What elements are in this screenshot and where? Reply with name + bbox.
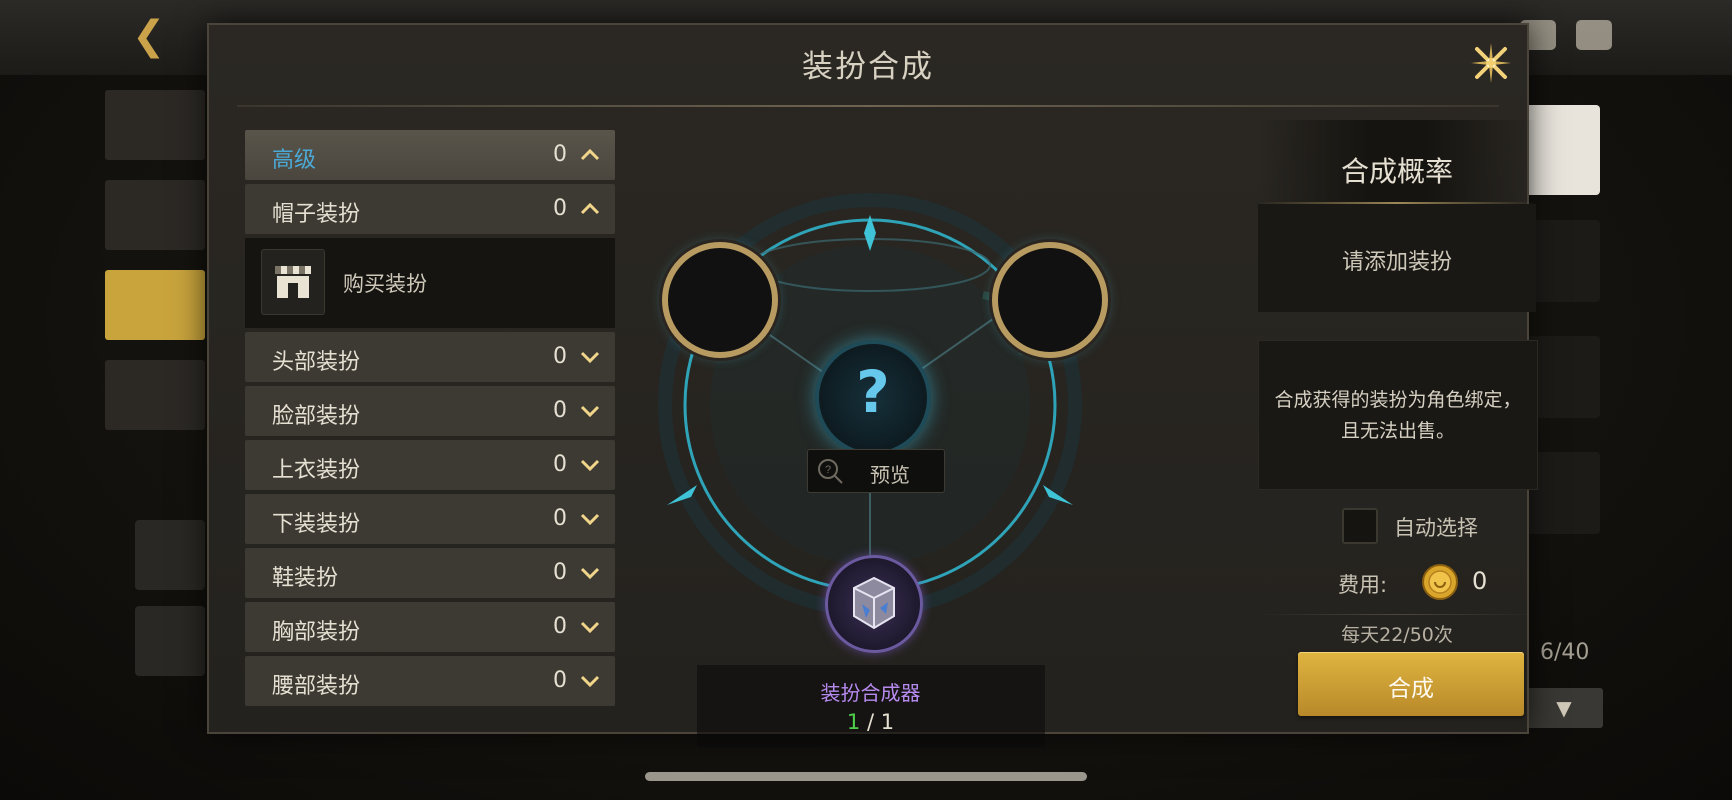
combine-button[interactable]: 合成 [1298, 652, 1524, 716]
material-slot-left[interactable] [662, 242, 778, 358]
category-row-shoes[interactable]: 鞋装扮 0 [245, 548, 615, 598]
dropdown-arrow-icon[interactable]: ▼ [1525, 688, 1603, 728]
chat-icon[interactable] [1576, 20, 1612, 50]
category-label: 高级 [272, 148, 317, 173]
costume-synthesis-modal: 装扮合成 高级 0 帽子装扮 0 购买装扮 头部装扮 0 脸部装扮 0 上衣装扮… [207, 23, 1538, 747]
background-left-nav [105, 90, 205, 450]
cost-value: 0 [1472, 567, 1488, 595]
category-row-top[interactable]: 上衣装扮 0 [245, 440, 615, 490]
inventory-count: 6/40 [1540, 640, 1590, 665]
chevron-down-icon [579, 454, 601, 476]
combine-label: 合成 [1388, 676, 1434, 702]
synthesizer-item-icon[interactable] [825, 555, 923, 653]
material-slot-right[interactable] [992, 242, 1108, 358]
category-count: 0 [553, 560, 567, 585]
title-divider [237, 105, 1499, 107]
category-label: 脸部装扮 [272, 404, 361, 429]
category-count: 0 [553, 196, 567, 221]
chevron-down-icon [579, 670, 601, 692]
synthesizer-need: 1 [880, 710, 895, 734]
category-count: 0 [553, 398, 567, 423]
chevron-down-icon [579, 346, 601, 368]
auto-select-checkbox[interactable] [1342, 508, 1378, 544]
close-button[interactable] [1463, 35, 1519, 91]
auto-select-label: 自动选择 [1394, 516, 1478, 540]
magnifier-question-icon: ? [816, 457, 844, 485]
question-mark-icon: ? [856, 358, 890, 426]
background-left-cards [135, 520, 205, 692]
chevron-down-icon [579, 508, 601, 530]
category-row-bottom[interactable]: 下装装扮 0 [245, 494, 615, 544]
rate-header: 合成概率 [1258, 120, 1536, 204]
cost-label: 费用: [1338, 573, 1388, 597]
svg-text:?: ? [825, 464, 831, 476]
category-list: 高级 0 帽子装扮 0 购买装扮 头部装扮 0 脸部装扮 0 上衣装扮 0 下装… [245, 130, 615, 710]
buy-costume-item[interactable]: 购买装扮 [245, 238, 615, 328]
chevron-down-icon [579, 400, 601, 422]
background-card [135, 606, 205, 676]
daily-limit: 每天22/50次 [1341, 624, 1453, 646]
modal-title: 装扮合成 [802, 49, 934, 85]
preview-label: 预览 [870, 463, 910, 487]
note-box: 合成获得的装扮为角色绑定，且无法出售。 [1258, 340, 1538, 490]
category-label: 头部装扮 [272, 350, 361, 375]
category-row-advanced[interactable]: 高级 0 [245, 130, 615, 180]
category-count: 0 [553, 668, 567, 693]
chevron-down-icon [579, 616, 601, 638]
background-top-icons [1520, 20, 1612, 50]
background-nav-item[interactable] [105, 90, 205, 160]
home-indicator[interactable] [645, 772, 1087, 781]
synthesis-area: ? ? 预览 装扮合成器 1 / 1 [607, 145, 1117, 747]
buy-costume-label: 购买装扮 [343, 272, 427, 296]
rate-box: 请添加装扮 [1258, 204, 1536, 312]
background-nav-item-active[interactable] [105, 270, 205, 340]
category-count: 0 [553, 142, 567, 167]
chevron-up-icon [579, 144, 601, 166]
category-label: 胸部装扮 [272, 620, 361, 645]
preview-button[interactable]: ? 预览 [807, 449, 945, 493]
synthesizer-have: 1 [846, 710, 861, 734]
category-count: 0 [553, 452, 567, 477]
rate-placeholder: 请添加装扮 [1341, 250, 1452, 275]
binding-note: 合成获得的装扮为角色绑定，且无法出售。 [1274, 389, 1522, 442]
character-thumbnail[interactable] [1525, 105, 1600, 195]
shop-icon [261, 249, 325, 315]
chevron-down-icon [579, 562, 601, 584]
category-label: 腰部装扮 [272, 674, 361, 699]
synthesizer-count: 1 / 1 [846, 710, 895, 734]
cost-row: 费用: 0 [1338, 563, 1538, 603]
category-label: 鞋装扮 [272, 566, 339, 591]
background-nav-item[interactable] [105, 360, 205, 430]
rate-title: 合成概率 [1340, 155, 1453, 188]
category-label: 帽子装扮 [272, 202, 361, 227]
category-row-waist[interactable]: 腰部装扮 0 [245, 656, 615, 706]
category-row-chest[interactable]: 胸部装扮 0 [245, 602, 615, 652]
category-count: 0 [553, 506, 567, 531]
category-label: 下装装扮 [272, 512, 361, 537]
category-label: 上衣装扮 [272, 458, 361, 483]
result-slot[interactable]: ? [815, 340, 931, 456]
daily-divider [1258, 614, 1536, 615]
background-slot [1525, 220, 1600, 302]
gold-coin-icon [1421, 563, 1459, 601]
synthesizer-name: 装扮合成器 [820, 681, 921, 705]
category-row-head[interactable]: 头部装扮 0 [245, 332, 615, 382]
back-arrow-icon[interactable]: ❮ [132, 14, 182, 58]
category-count: 0 [553, 344, 567, 369]
close-icon [1471, 43, 1511, 83]
background-card [135, 520, 205, 590]
category-row-face[interactable]: 脸部装扮 0 [245, 386, 615, 436]
background-nav-item[interactable] [105, 180, 205, 250]
category-count: 0 [553, 614, 567, 639]
chevron-up-icon [579, 198, 601, 220]
category-row-hat[interactable]: 帽子装扮 0 [245, 184, 615, 234]
